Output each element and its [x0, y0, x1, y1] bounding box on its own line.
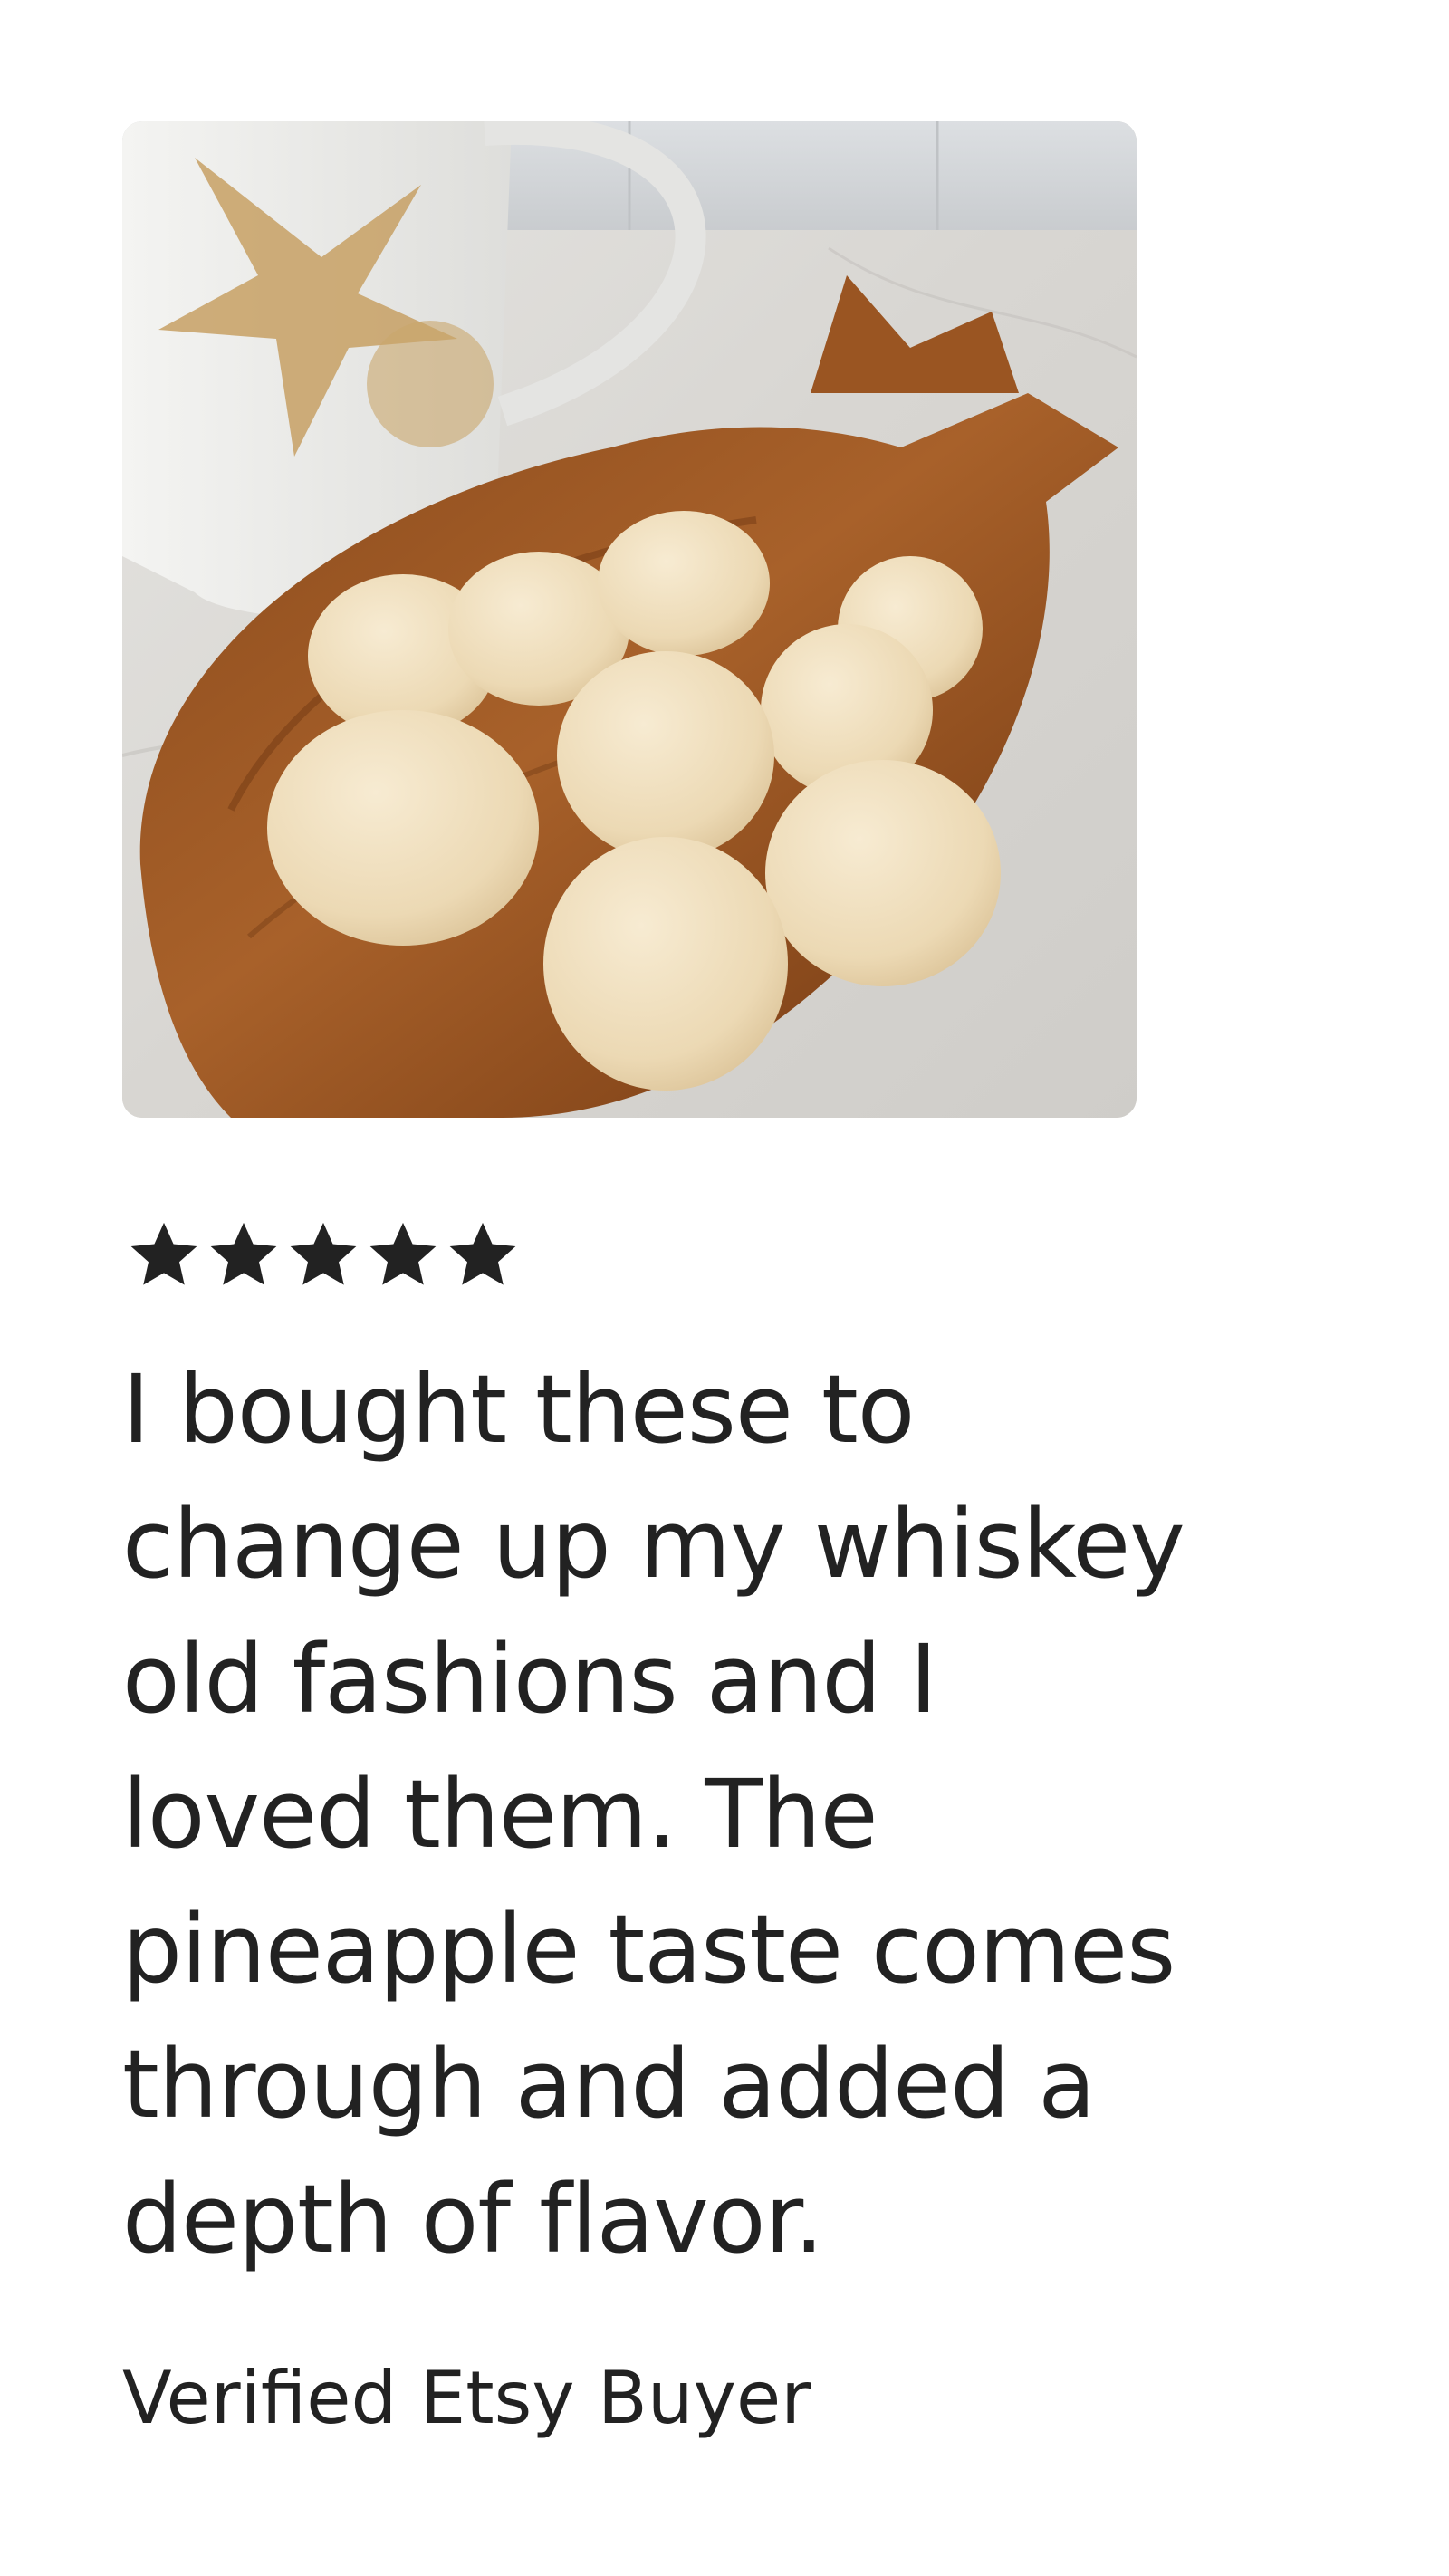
star-icon — [284, 1216, 362, 1293]
review-text-line: through and added a — [122, 2029, 1096, 2139]
review-text-line: pineapple taste comes — [122, 1894, 1176, 2004]
review-text: I bought these to change up my whiskey o… — [122, 1342, 1390, 2287]
star-icon — [444, 1216, 522, 1293]
reviewer-name: Verified Etsy Buyer — [122, 2356, 811, 2440]
review-text-line: change up my whiskey — [122, 1489, 1185, 1600]
star-icon — [125, 1216, 203, 1293]
star-rating — [125, 1214, 522, 1295]
star-icon — [364, 1216, 442, 1293]
review-photo-image — [122, 121, 1137, 1118]
review-photo[interactable] — [122, 121, 1137, 1118]
review-text-line: depth of flavor. — [122, 2164, 824, 2274]
review-text-line: I bought these to — [122, 1354, 915, 1465]
review-text-line: old fashions and I — [122, 1624, 937, 1735]
review-text-line: loved them. The — [122, 1759, 878, 1870]
review-card: I bought these to change up my whiskey o… — [0, 0, 1449, 2576]
star-icon — [205, 1216, 283, 1293]
